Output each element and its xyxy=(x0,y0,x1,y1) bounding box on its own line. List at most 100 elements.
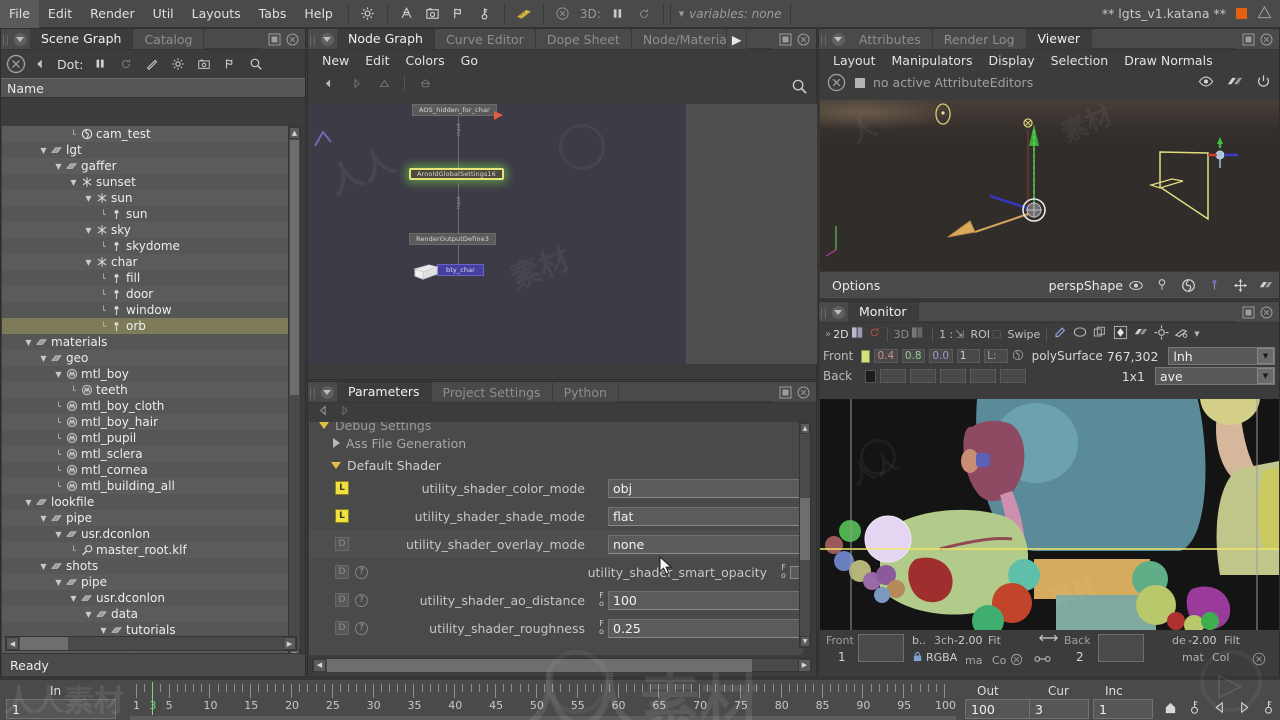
eyedropper-icon[interactable] xyxy=(1053,326,1067,343)
param-value-field[interactable]: 0.25 xyxy=(608,618,803,638)
target-icon[interactable] xyxy=(1151,325,1169,343)
channel-back-select[interactable]: ave ▼ xyxy=(1155,367,1275,385)
chevron-down-icon[interactable]: ▼ xyxy=(38,354,49,363)
chevron-down-icon[interactable]: ▼ xyxy=(83,194,94,203)
menu-selection[interactable]: Selection xyxy=(1043,53,1117,68)
panel-grip[interactable]: || xyxy=(308,382,317,402)
scene-graph-row[interactable]: └ cam_test xyxy=(2,126,289,142)
mode-3d-button[interactable]: 3D xyxy=(894,328,909,341)
recycle-icon[interactable] xyxy=(394,3,420,25)
copy-icon[interactable] xyxy=(1089,326,1107,342)
tab-render-log[interactable]: Render Log xyxy=(933,29,1027,49)
close-icon[interactable] xyxy=(1260,33,1273,46)
chevron-down-icon[interactable]: ▼ xyxy=(83,258,94,267)
param-value-field[interactable]: obj xyxy=(608,478,803,498)
swap-icon[interactable] xyxy=(1038,633,1059,646)
panel-pin-button[interactable] xyxy=(317,382,337,402)
roi-icon[interactable]: ⬚ xyxy=(992,329,1001,340)
scene-graph-row[interactable]: ▼ shots xyxy=(2,558,289,574)
bottom-mat-label[interactable]: mat xyxy=(1182,651,1204,664)
close-icon[interactable] xyxy=(797,386,810,399)
node-render-output-define[interactable]: RenderOutputDefine3 xyxy=(409,233,496,245)
eye-icon[interactable] xyxy=(1198,74,1214,92)
expression-icon[interactable]: Fo xyxy=(595,592,608,608)
scene-graph-row[interactable]: └ skydome xyxy=(2,238,289,254)
bottom-colorspace-label[interactable]: Co xyxy=(992,654,1006,667)
param-badge-d[interactable]: D xyxy=(335,593,349,607)
panel-grip[interactable]: || xyxy=(819,29,828,49)
gear-icon[interactable] xyxy=(355,3,381,25)
search-icon[interactable] xyxy=(244,53,268,75)
gear-icon[interactable] xyxy=(166,53,190,75)
scene-graph-row[interactable]: ▼ materials xyxy=(2,334,289,350)
cur-field[interactable]: 3 xyxy=(1029,699,1089,719)
scene-graph-row[interactable]: ▼ lookfile xyxy=(2,494,289,510)
tab-project-settings[interactable]: Project Settings xyxy=(432,382,553,402)
light-icon[interactable] xyxy=(1149,278,1175,292)
refresh-icon[interactable] xyxy=(114,53,138,75)
options-button[interactable]: Options xyxy=(820,278,880,293)
menu-draw-normals[interactable]: Draw Normals xyxy=(1116,53,1220,68)
front-thumbnail[interactable] xyxy=(858,634,904,662)
scene-graph-row[interactable]: ▼ data xyxy=(2,606,289,622)
scene-graph-row[interactable]: ▼ sunset xyxy=(2,174,289,190)
scene-graph-row[interactable]: ▼ sun xyxy=(2,190,289,206)
ratio-fit-icon[interactable]: ⇲ xyxy=(955,328,964,341)
settings-icon[interactable] xyxy=(1010,653,1023,669)
cancel-icon[interactable] xyxy=(550,3,576,25)
menu-edit[interactable]: Edit xyxy=(39,0,81,28)
parameters-body[interactable]: Debug Settings Ass File Generation Defau… xyxy=(309,422,803,655)
param-badge-l[interactable]: L xyxy=(335,509,349,523)
channel-front-select[interactable]: lnh ▼ xyxy=(1168,347,1276,365)
scene-graph-row[interactable]: └ sun xyxy=(2,206,289,222)
tab-node-graph[interactable]: Node Graph xyxy=(337,29,435,49)
param-badge-l[interactable]: L xyxy=(335,481,349,495)
scene-graph-tree[interactable]: └ cam_test ▼ lgt ▼ gaffer ▼ sunset ▼ sun └ sun ▼ sky └… xyxy=(2,126,289,662)
menu-manipulators[interactable]: Manipulators xyxy=(884,53,981,68)
eye-icon[interactable] xyxy=(1123,279,1149,292)
hscroll-thumb[interactable] xyxy=(327,658,752,672)
maximize-icon[interactable] xyxy=(1242,33,1255,46)
chevron-down-icon[interactable]: ▼ xyxy=(23,498,34,507)
panel-grip[interactable]: || xyxy=(1,29,10,49)
param-value-field[interactable]: 100 xyxy=(608,590,803,610)
render-icon[interactable] xyxy=(192,53,216,75)
home-icon[interactable] xyxy=(413,72,437,94)
chevron-down-icon[interactable]: ▼ xyxy=(68,594,79,603)
chevron-down-icon[interactable]: ▼ xyxy=(68,178,79,187)
out-field[interactable]: 100 xyxy=(965,699,1038,719)
compare-icon[interactable] xyxy=(1109,325,1128,343)
viewport-3d[interactable]: 人 素材 xyxy=(820,100,1279,272)
scene-graph-row[interactable]: └ door xyxy=(2,286,289,302)
hscroll-thumb[interactable] xyxy=(20,637,68,650)
monitor-render-image[interactable]: 人人 素材 xyxy=(820,399,1279,630)
bottom-exposure[interactable]: -2.00 xyxy=(954,634,982,647)
move-icon[interactable] xyxy=(1227,278,1253,293)
panel-pin-button[interactable] xyxy=(10,29,30,49)
timeline-ruler[interactable]: 1351015202530354045505560657075808590951… xyxy=(130,682,960,720)
tab-attributes[interactable]: Attributes xyxy=(848,29,933,49)
bottom-col-label[interactable]: Col xyxy=(1212,651,1229,664)
up-icon[interactable] xyxy=(372,72,396,94)
snapshot-icon[interactable] xyxy=(1171,326,1189,342)
chevron-down-icon[interactable]: ▼ xyxy=(38,146,49,155)
scene-graph-hscrollbar[interactable]: ◀ ▶ xyxy=(5,636,297,651)
scroll-up-icon[interactable]: ▲ xyxy=(800,423,810,434)
search-icon[interactable] xyxy=(791,78,808,98)
keyframe-next-icon[interactable] xyxy=(1262,699,1275,718)
vscroll-thumb[interactable] xyxy=(800,498,810,560)
expression-icon[interactable]: Fo xyxy=(777,564,790,580)
power-icon[interactable] xyxy=(1256,74,1271,92)
tab-scene-graph[interactable]: Scene Graph xyxy=(30,29,134,49)
bottom-filter-label[interactable]: Filt xyxy=(1224,634,1240,647)
chevron-down-icon[interactable]: ▼ xyxy=(53,162,64,171)
refresh-icon[interactable] xyxy=(631,3,657,25)
parameters-vscrollbar[interactable]: ▲ ▼ xyxy=(799,422,811,648)
node-graph-viewport[interactable]: 人人 素材 input input AOS_hidden_for_char Ar… xyxy=(309,104,686,364)
flag-icon[interactable] xyxy=(218,53,242,75)
menu-edit[interactable]: Edit xyxy=(357,53,397,68)
scroll-up-icon[interactable]: ▲ xyxy=(289,127,300,139)
render-icon[interactable] xyxy=(420,3,446,25)
tab-node-material[interactable]: Node/Materia xyxy=(632,29,727,49)
close-icon[interactable] xyxy=(286,33,299,46)
